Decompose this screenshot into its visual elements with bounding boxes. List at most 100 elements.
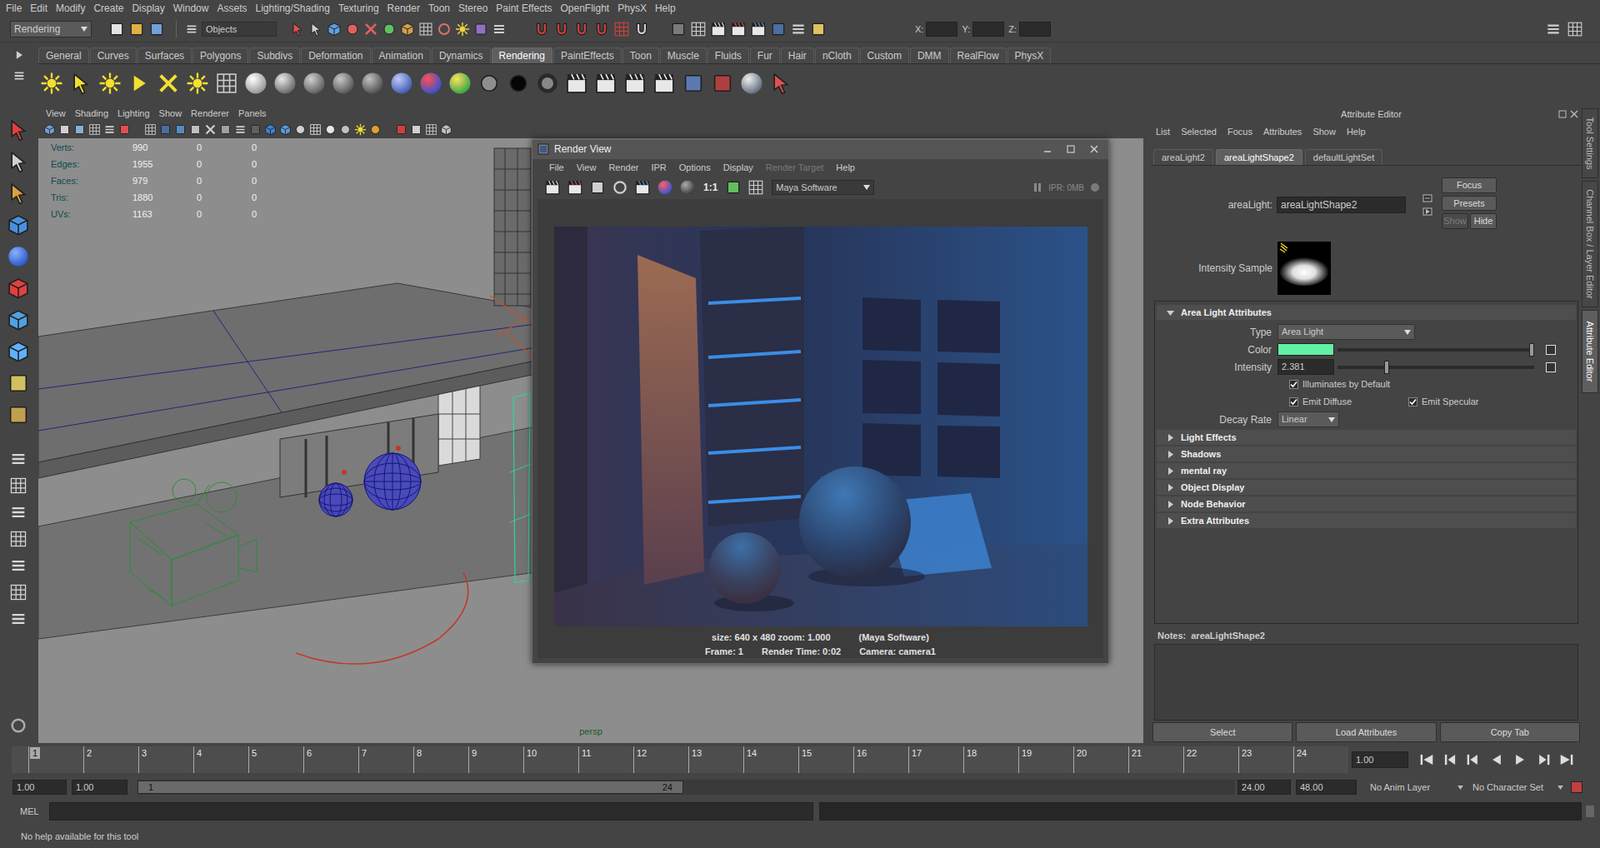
render-area[interactable]: size: 640 x 480 zoom: 1.000 (Maya Softwa… — [537, 199, 1104, 659]
frame-tick[interactable]: 11 — [578, 746, 634, 774]
section-header[interactable]: Shadows — [1156, 446, 1576, 462]
time-track[interactable]: 123456789101112131415161718192021222324 — [11, 746, 1349, 774]
shelf-tab[interactable]: Polygons — [192, 47, 249, 64]
render-tool-icon[interactable] — [670, 20, 687, 38]
intensity-field[interactable]: 2.381 — [1277, 359, 1335, 375]
frame-tick[interactable]: 21 — [1128, 746, 1184, 774]
rotate-tool-icon[interactable] — [5, 244, 31, 270]
area-light-icon[interactable] — [155, 70, 182, 97]
shelf-tab[interactable]: DMM — [910, 47, 950, 64]
frame-tick[interactable]: 3 — [138, 746, 194, 774]
snap-icon[interactable] — [613, 20, 630, 38]
menu-set-dropdown[interactable]: Rendering — [10, 20, 92, 38]
frame-tick[interactable]: 5 — [248, 746, 304, 774]
playback-end-field[interactable]: 24.00 — [1237, 780, 1291, 796]
render-tool-icon[interactable] — [810, 20, 827, 38]
ae-button[interactable]: Focus — [1441, 177, 1497, 194]
channel-toggle-icon[interactable] — [1566, 20, 1584, 38]
save-scene-icon[interactable] — [148, 20, 165, 38]
title-bar[interactable]: Render View — [532, 140, 1109, 160]
play-backward-icon[interactable] — [1486, 750, 1507, 770]
selection-mask-icon[interactable] — [326, 21, 342, 37]
pause-icon[interactable] — [1032, 182, 1043, 193]
layout-icon[interactable] — [7, 555, 30, 576]
viewport-tool-icon[interactable] — [189, 123, 202, 136]
section-header[interactable]: Light Effects — [1156, 430, 1576, 445]
frame-tick[interactable]: 7 — [358, 746, 414, 774]
viewport-menu-item[interactable]: Show — [159, 106, 183, 121]
soft-mod-icon[interactable] — [5, 339, 31, 365]
shelf-tab[interactable]: Rendering — [491, 47, 553, 64]
shader-sphere-icon[interactable] — [271, 70, 299, 97]
layout-icon[interactable] — [7, 475, 30, 496]
node-name-field[interactable]: areaLightShape2 — [1276, 196, 1406, 214]
step-back-key-icon[interactable] — [1440, 750, 1460, 770]
coordinate-field[interactable]: Y: — [961, 21, 1005, 37]
viewport-menu-item[interactable]: View — [45, 106, 66, 121]
ramp-shader-icon[interactable] — [417, 70, 445, 97]
decay-dropdown[interactable]: Linear — [1277, 411, 1340, 428]
menu-item[interactable]: Paint Effects — [491, 0, 556, 17]
directional-light-icon[interactable] — [67, 70, 95, 97]
viewport-tool-icon[interactable] — [309, 123, 322, 136]
shelf-menu-icon[interactable] — [12, 69, 26, 83]
shelf-tab[interactable]: Toon — [622, 47, 660, 64]
close-icon[interactable] — [1085, 143, 1104, 155]
color-slider-thumb[interactable] — [1529, 343, 1535, 357]
color-swatch[interactable] — [1277, 343, 1335, 356]
section-header[interactable]: Extra Attributes — [1156, 513, 1576, 529]
command-input[interactable] — [49, 802, 814, 821]
snapshot-icon[interactable] — [589, 179, 606, 196]
render-tool-icon[interactable] — [710, 20, 727, 38]
frame-tick[interactable]: 23 — [1238, 746, 1294, 774]
shader-sphere-icon[interactable] — [359, 70, 386, 97]
shelf-tab[interactable]: Deformation — [300, 47, 370, 64]
close-panel-icon[interactable] — [1570, 110, 1579, 119]
checkbox[interactable] — [1289, 380, 1299, 390]
dropdown-arrow-icon[interactable] — [80, 26, 88, 32]
select-tool-icon[interactable] — [5, 117, 31, 143]
layout-icon[interactable] — [7, 449, 30, 470]
rgb-channel-icon[interactable] — [656, 179, 674, 196]
viewport-tool-icon[interactable] — [395, 123, 408, 136]
spot-light-icon[interactable] — [125, 70, 153, 97]
menu-item[interactable]: Display — [127, 0, 169, 17]
render-view-menu-item[interactable]: Render — [608, 160, 639, 175]
type-dropdown[interactable]: Area Light — [1277, 324, 1415, 340]
shelf-tab[interactable]: PaintEffects — [553, 47, 622, 64]
side-tab[interactable]: Channel Box / Layer Editor — [1581, 180, 1599, 308]
last-tool-icon[interactable] — [5, 402, 31, 428]
viewport-tool-icon[interactable] — [425, 123, 438, 136]
ae-button[interactable]: Hide — [1470, 213, 1497, 230]
render-view-menu-item[interactable]: Options — [679, 160, 711, 175]
attribute-toggle-icon[interactable] — [1545, 20, 1562, 38]
section-header[interactable]: mental ray — [1156, 463, 1576, 479]
environment-icon[interactable] — [738, 70, 765, 97]
render-tool-icon[interactable] — [790, 20, 807, 38]
viewport-tool-icon[interactable] — [73, 123, 86, 136]
viewport-tool-icon[interactable] — [58, 123, 71, 136]
checkbox[interactable] — [1289, 397, 1299, 407]
viewport-tool-icon[interactable] — [249, 123, 262, 136]
ae-bottom-button[interactable]: Select — [1152, 722, 1293, 743]
menu-item[interactable]: Render — [383, 0, 425, 17]
frame-tick[interactable]: 2 — [83, 746, 139, 774]
node-tab[interactable]: defaultLightSet — [1305, 149, 1383, 165]
ae-menu-item[interactable]: Selected — [1180, 125, 1217, 140]
selection-mask-icon[interactable] — [473, 21, 489, 37]
checkbox[interactable] — [1408, 397, 1418, 407]
menu-item[interactable]: PhysX — [613, 0, 651, 17]
render-view-menu-item[interactable]: Help — [835, 160, 855, 175]
render-view-menu-item[interactable]: File — [549, 160, 565, 175]
selection-mask-icon[interactable] — [418, 21, 434, 37]
current-frame-field[interactable]: 1.00 — [1351, 751, 1409, 769]
side-tab[interactable]: Attribute Editor — [1581, 310, 1599, 394]
frame-tick[interactable]: 4 — [193, 746, 249, 774]
frame-tick[interactable]: 10 — [523, 746, 579, 774]
ae-menu-item[interactable]: Help — [1346, 125, 1366, 140]
frame-tick[interactable]: 16 — [853, 746, 909, 774]
section-header[interactable]: Object Display — [1156, 480, 1576, 495]
menu-item[interactable]: Edit — [25, 0, 52, 17]
shelf-tab[interactable]: Subdivs — [249, 47, 300, 64]
ae-bottom-button[interactable]: Copy Tab — [1440, 722, 1580, 743]
